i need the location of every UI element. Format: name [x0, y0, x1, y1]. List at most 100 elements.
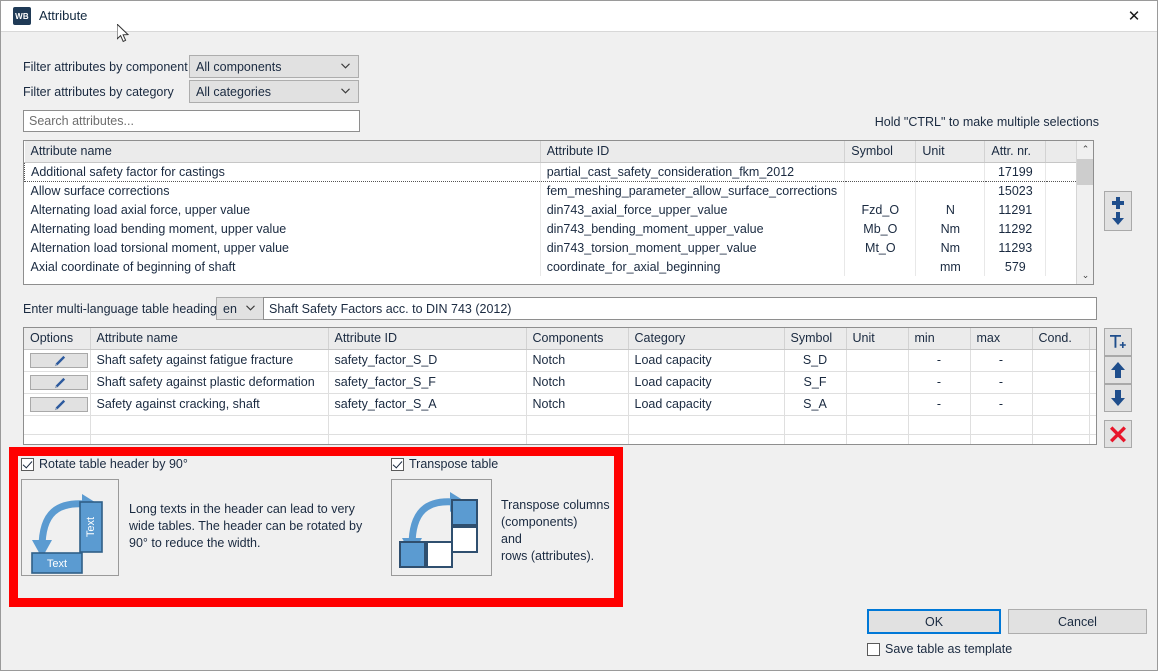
checkbox-check-icon — [391, 458, 404, 471]
cell-unit: Nm — [916, 219, 985, 238]
table-row[interactable]: Alternating load bending moment, upper v… — [25, 219, 1093, 238]
cell-attribute-id: partial_cast_safety_consideration_fkm_20… — [540, 162, 845, 181]
cell-attr-nr: 17199 — [985, 162, 1046, 181]
col-cond[interactable]: Cond. — [1032, 328, 1089, 349]
chevron-down-icon — [338, 86, 352, 97]
edit-pencil-button[interactable] — [30, 353, 88, 368]
cell-attribute-name: Allow surface corrections — [25, 181, 541, 200]
cell-category: Load capacity — [628, 393, 784, 415]
transpose-table-checkbox[interactable]: Transpose table — [391, 457, 498, 471]
search-input[interactable] — [23, 110, 360, 132]
col-symbol[interactable]: Symbol — [784, 328, 846, 349]
col-unit[interactable]: Unit — [916, 141, 985, 162]
move-row-down-button[interactable] — [1104, 384, 1132, 412]
col-spacer — [1089, 328, 1096, 349]
table-row[interactable]: Alternation load torsional moment, upper… — [25, 238, 1093, 257]
edit-pencil-button[interactable] — [30, 375, 88, 390]
cell-attribute-name: Shaft safety against fatigue fracture — [90, 349, 328, 371]
delete-row-button[interactable] — [1104, 420, 1132, 448]
add-attribute-button[interactable] — [1104, 191, 1132, 231]
pencil-icon — [52, 355, 66, 367]
cell-attribute-id: safety_factor_S_F — [328, 371, 526, 393]
cell-unit — [846, 371, 908, 393]
move-row-up-button[interactable] — [1104, 356, 1132, 384]
pencil-icon — [52, 377, 66, 389]
col-symbol[interactable]: Symbol — [845, 141, 916, 162]
scroll-down-icon[interactable]: ⌄ — [1077, 267, 1094, 284]
ok-button[interactable]: OK — [867, 609, 1001, 634]
cell-min: - — [908, 349, 970, 371]
language-select[interactable]: en — [216, 297, 264, 320]
cell-symbol — [845, 181, 916, 200]
cell-attribute-name: Axial coordinate of beginning of shaft — [25, 257, 541, 276]
cell-attribute-id: din743_bending_moment_upper_value — [540, 219, 845, 238]
table-row[interactable]: Safety against cracking, shaft safety_fa… — [24, 393, 1096, 415]
col-options[interactable]: Options — [24, 328, 90, 349]
cell-spacer — [1089, 393, 1096, 415]
cell-min: - — [908, 393, 970, 415]
col-attribute-name[interactable]: Attribute name — [90, 328, 328, 349]
attribute-table[interactable]: Attribute name Attribute ID Symbol Unit … — [23, 140, 1094, 285]
table-row[interactable]: Alternating load axial force, upper valu… — [25, 200, 1093, 219]
cell-attribute-name: Shaft safety against plastic deformation — [90, 371, 328, 393]
cell-spacer — [1089, 371, 1096, 393]
arrow-up-icon — [1109, 361, 1127, 379]
col-unit[interactable]: Unit — [846, 328, 908, 349]
col-attribute-id[interactable]: Attribute ID — [540, 141, 845, 162]
rotate-header-illustration: Text Text — [21, 479, 119, 576]
filter-category-select[interactable]: All categories — [189, 80, 359, 103]
cell-attr-nr: 11293 — [985, 238, 1046, 257]
cell-attribute-id: din743_torsion_moment_upper_value — [540, 238, 845, 257]
add-text-row-button[interactable] — [1104, 328, 1132, 356]
checkbox-check-icon — [21, 458, 34, 471]
table-row[interactable]: Axial coordinate of beginning of shaft c… — [25, 257, 1093, 276]
transpose-table-illustration — [391, 479, 492, 576]
cell-category: Load capacity — [628, 371, 784, 393]
cell-max: - — [970, 393, 1032, 415]
close-icon[interactable]: ✕ — [1111, 1, 1157, 31]
table-row-empty[interactable] — [24, 434, 1096, 445]
save-as-template-checkbox[interactable]: Save table as template — [867, 642, 1012, 656]
col-max[interactable]: max — [970, 328, 1032, 349]
cell-max: - — [970, 371, 1032, 393]
col-category[interactable]: Category — [628, 328, 784, 349]
cell-options[interactable] — [24, 349, 90, 371]
cell-components: Notch — [526, 393, 628, 415]
table-row[interactable]: Shaft safety against fatigue fracture sa… — [24, 349, 1096, 371]
col-min[interactable]: min — [908, 328, 970, 349]
attribute-table-scrollbar[interactable]: ⌃ ⌄ — [1076, 141, 1093, 284]
cell-attribute-name: Alternating load axial force, upper valu… — [25, 200, 541, 219]
cell-symbol: S_D — [784, 349, 846, 371]
cell-attribute-id: safety_factor_S_A — [328, 393, 526, 415]
cell-symbol — [845, 257, 916, 276]
table-row[interactable]: Additional safety factor for castings pa… — [25, 162, 1093, 181]
rotate-header-checkbox[interactable]: Rotate table header by 90° — [21, 457, 188, 471]
edit-pencil-button[interactable] — [30, 397, 88, 412]
col-attr-nr[interactable]: Attr. nr. — [985, 141, 1046, 162]
table-row[interactable]: Shaft safety against plastic deformation… — [24, 371, 1096, 393]
cell-symbol: Fzd_O — [845, 200, 916, 219]
col-attribute-id[interactable]: Attribute ID — [328, 328, 526, 349]
cell-options[interactable] — [24, 371, 90, 393]
filter-component-select[interactable]: All components — [189, 55, 359, 78]
col-components[interactable]: Components — [526, 328, 628, 349]
cell-attribute-name: Alternating load bending moment, upper v… — [25, 219, 541, 238]
col-attribute-name[interactable]: Attribute name — [25, 141, 541, 162]
cell-unit: N — [916, 200, 985, 219]
scrollbar-thumb[interactable] — [1077, 159, 1094, 185]
table-heading-input[interactable] — [263, 297, 1097, 320]
table-row-empty[interactable] — [24, 415, 1096, 434]
table-row[interactable]: Allow surface corrections fem_meshing_pa… — [25, 181, 1093, 200]
pencil-icon — [52, 399, 66, 411]
cell-options[interactable] — [24, 393, 90, 415]
cell-cond — [1032, 349, 1089, 371]
scroll-up-icon[interactable]: ⌃ — [1077, 141, 1094, 158]
cell-symbol: Mt_O — [845, 238, 916, 257]
filter-category-value: All categories — [196, 85, 338, 99]
cell-attr-nr: 15023 — [985, 181, 1046, 200]
cell-unit: Nm — [916, 238, 985, 257]
filter-component-label: Filter attributes by component — [23, 60, 188, 74]
cancel-button[interactable]: Cancel — [1008, 609, 1147, 634]
cell-unit: mm — [916, 257, 985, 276]
selected-attribute-table[interactable]: Options Attribute name Attribute ID Comp… — [23, 327, 1097, 445]
